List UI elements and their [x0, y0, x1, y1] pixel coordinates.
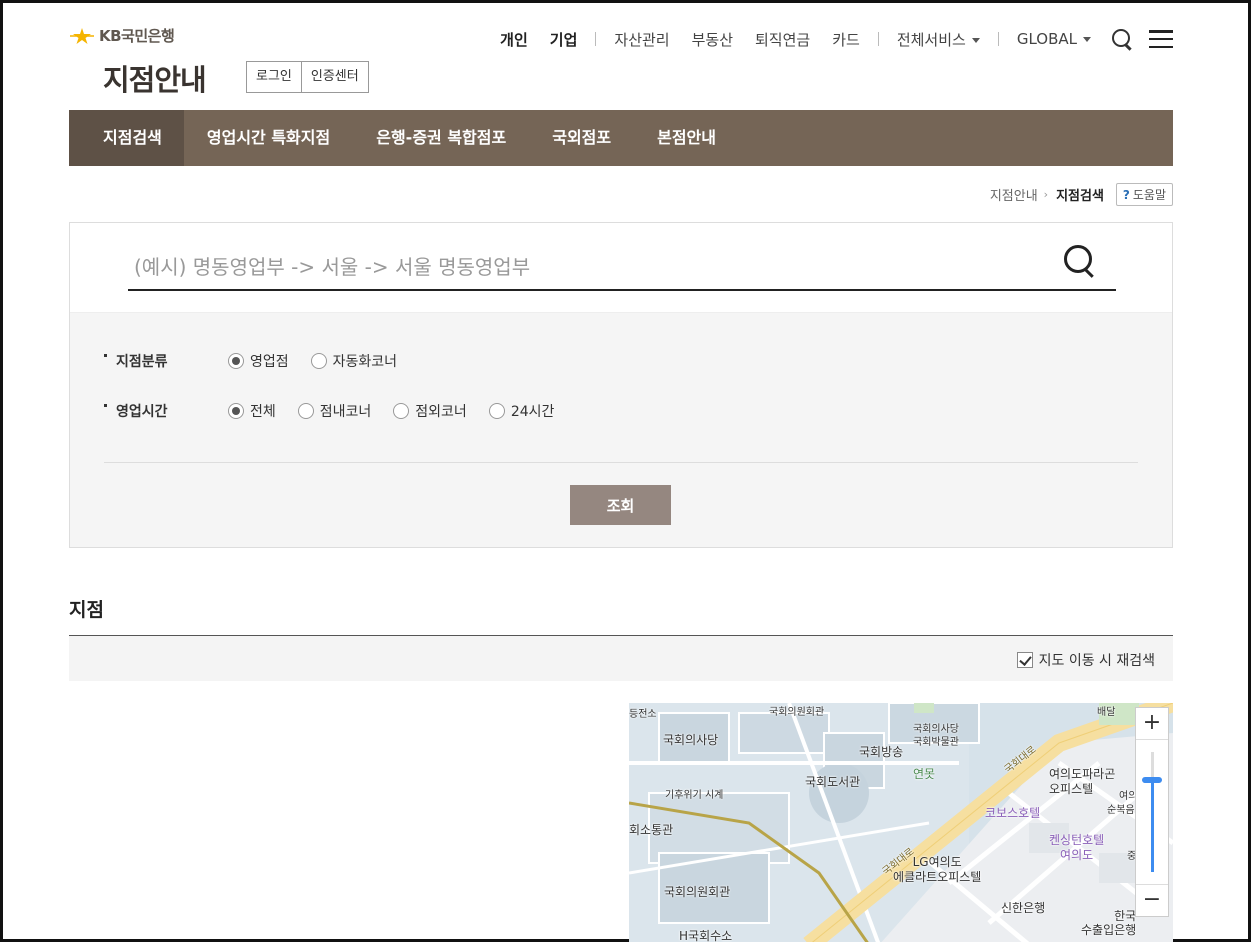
tab-bank-securities[interactable]: 은행-증권 복합점포	[353, 110, 529, 166]
radio-label: 자동화코너	[332, 354, 398, 370]
chevron-right-icon: ›	[1043, 188, 1049, 201]
result-options-bar: 지도 이동 시 재검색	[69, 636, 1173, 681]
gnb-global-label: GLOBAL	[1016, 30, 1077, 48]
checkbox-label: 지도 이동 시 재검색	[1038, 653, 1155, 669]
radio-label: 24시간	[510, 404, 555, 420]
filter-label: 지점분류	[104, 351, 228, 371]
tab-headquarters[interactable]: 본점안내	[634, 110, 739, 166]
gnb-separator	[595, 32, 597, 46]
gnb-personal[interactable]: 개인	[500, 29, 528, 50]
radio-circle	[297, 403, 314, 419]
filter-hours-row: 영업시간 전체 점내코너 점외코너 24시간	[104, 401, 576, 421]
map-label: 국회도서관	[805, 775, 861, 789]
search-top	[70, 223, 1172, 313]
global-nav: 개인 기업 자산관리 부동산 퇴직연금 카드 전체서비스 GLOBAL	[500, 25, 1173, 53]
gnb-card[interactable]: 카드	[832, 29, 860, 50]
search-icon[interactable]	[1111, 28, 1133, 50]
research-on-move-checkbox[interactable]: 지도 이동 시 재검색	[1016, 650, 1155, 670]
radio-inside-corner[interactable]: 점내코너	[297, 401, 372, 421]
map-label: H국회수소	[679, 929, 733, 942]
radio-label: 점내코너	[319, 404, 372, 420]
map-label: 연못	[913, 767, 936, 781]
help-label: 도움말	[1132, 188, 1166, 202]
map-label: 국회의원회관	[769, 707, 825, 718]
radio-label: 점외코너	[415, 404, 467, 420]
zoom-in-button[interactable]: +	[1136, 708, 1168, 740]
login-button[interactable]: 로그인	[247, 62, 301, 92]
map-label: 국회의사당 국회박물관	[913, 724, 959, 748]
map-label: 회소통관	[629, 823, 674, 837]
divider	[104, 462, 1138, 463]
radio-outside-corner[interactable]: 점외코너	[393, 401, 467, 421]
map-label: 한국 수출입은행	[1081, 909, 1137, 937]
radio-circle-checked	[228, 353, 244, 369]
zoom-slider-fill	[1151, 779, 1154, 872]
gnb-asset[interactable]: 자산관리	[614, 29, 669, 50]
caret-down-icon	[1083, 37, 1091, 42]
radio-branch[interactable]: 영업점	[228, 351, 289, 371]
breadcrumb: 지점안내 › 지점검색 ? 도움말	[990, 183, 1173, 206]
map-label: 국회의원회관	[664, 885, 731, 899]
branch-map[interactable]: 등전소 국회의원회관 국회의사당 국회의사당 국회박물관 국회방송 국회도서관 …	[629, 703, 1173, 942]
radio-circle	[310, 353, 327, 369]
radio-circle-checked	[228, 403, 244, 419]
radio-label: 영업점	[250, 354, 289, 370]
breadcrumb-current: 지점검색	[1056, 189, 1104, 204]
map-label: 켄싱턴호텔 여의도	[1049, 833, 1105, 862]
radio-all[interactable]: 전체	[228, 401, 276, 421]
map-label: 여의도파라곤 오피스텔	[1049, 767, 1116, 796]
hamburger-menu-icon[interactable]	[1149, 30, 1173, 48]
gnb-separator	[997, 32, 999, 46]
branch-search-input[interactable]	[128, 245, 1116, 291]
map-label: 등전소	[629, 709, 657, 720]
zoom-slider-handle[interactable]	[1142, 776, 1162, 783]
cert-center-button[interactable]: 인증센터	[300, 62, 368, 92]
results-title: 지점	[69, 599, 104, 621]
tab-overseas[interactable]: 국외점포	[529, 110, 634, 166]
map-label: 국회의사당	[663, 733, 719, 747]
radio-circle	[488, 403, 505, 419]
radio-24h[interactable]: 24시간	[488, 401, 555, 421]
tab-branch-search[interactable]: 지점검색	[69, 110, 184, 166]
page-title: 지점안내	[103, 63, 207, 97]
gnb-all-services-label: 전체서비스	[896, 30, 966, 49]
question-icon: ?	[1122, 187, 1130, 202]
map-label: 신한은행	[1001, 901, 1046, 915]
radio-circle	[393, 403, 410, 419]
gnb-corporate[interactable]: 기업	[550, 29, 578, 50]
filter-label: 영업시간	[104, 401, 228, 421]
auth-box: 로그인 인증센터	[246, 61, 369, 93]
logo-text: KB국민은행	[99, 27, 175, 45]
map-label: 배달	[1097, 707, 1116, 718]
caret-down-icon	[971, 37, 980, 43]
checkbox-checked-icon	[1016, 652, 1033, 668]
sub-tab-bar: 지점검색 영업시간 특화지점 은행-증권 복합점포 국외점포 본점안내	[69, 110, 1173, 166]
search-submit-button[interactable]: 조회	[570, 485, 671, 525]
map-label: 코보스호텔	[985, 806, 1041, 820]
gnb-global[interactable]: GLOBAL	[1017, 30, 1091, 48]
help-button[interactable]: ? 도움말	[1115, 183, 1173, 206]
kb-logo[interactable]: KB국민은행	[69, 25, 175, 46]
kb-star-icon	[69, 26, 95, 46]
tab-special-hours[interactable]: 영업시간 특화지점	[184, 110, 353, 166]
map-zoom-control: + −	[1135, 707, 1169, 917]
gnb-separator	[877, 32, 879, 46]
radio-atm-corner[interactable]: 자동화코너	[310, 351, 398, 371]
radio-label: 전체	[250, 404, 276, 420]
gnb-real-estate[interactable]: 부동산	[692, 29, 733, 50]
gnb-pension[interactable]: 퇴직연금	[755, 29, 810, 50]
zoom-out-button[interactable]: −	[1136, 884, 1168, 916]
breadcrumb-parent[interactable]: 지점안내	[990, 185, 1038, 204]
gnb-all-services[interactable]: 전체서비스	[897, 29, 980, 50]
search-panel: 지점분류 영업점 자동화코너 영업시간 전체 점내코너 점외코너	[69, 222, 1173, 548]
search-submit-icon[interactable]	[1064, 245, 1098, 279]
filter-category-row: 지점분류 영업점 자동화코너	[104, 351, 419, 371]
map-label: 국회방송	[859, 745, 904, 759]
map-label: 기후위기 시계	[665, 790, 724, 801]
